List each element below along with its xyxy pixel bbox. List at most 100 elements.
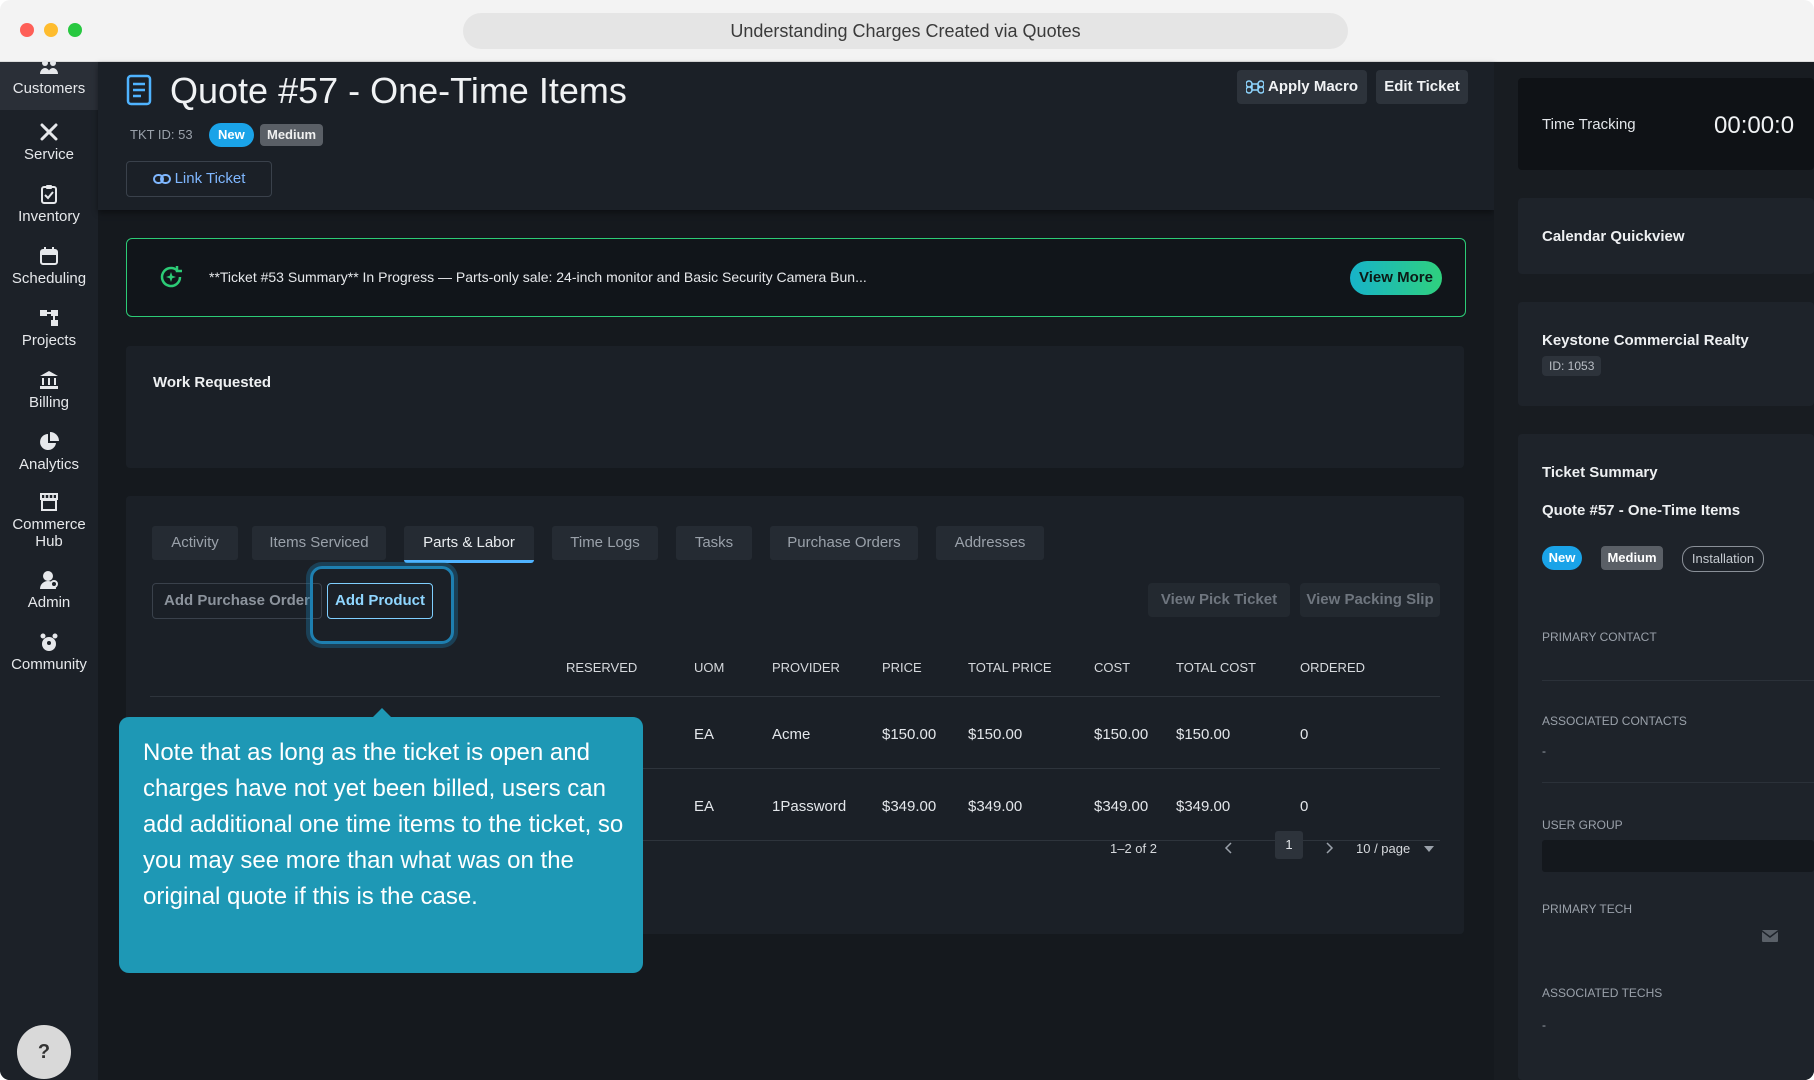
pie-chart-icon	[40, 432, 59, 450]
cell-uom: EA	[694, 726, 715, 743]
apply-macro-button[interactable]: Apply Macro	[1237, 70, 1367, 104]
command-icon	[1245, 80, 1265, 94]
sidebar-item-analytics[interactable]: Analytics	[0, 432, 98, 473]
summary-text: **Ticket #53 Summary** In Progress — Par…	[209, 269, 867, 285]
user-group-select[interactable]	[1542, 840, 1814, 872]
sidebar-item-label: Admin	[27, 594, 71, 611]
column-header: ORDERED	[1300, 660, 1366, 675]
priority-badge: Medium	[260, 124, 324, 146]
divider	[1542, 782, 1814, 783]
work-requested-panel: Work Requested	[126, 346, 1464, 468]
time-tracking-label: Time Tracking	[1542, 116, 1636, 133]
time-tracking-value: 00:00:0	[1714, 112, 1795, 139]
projects-icon	[40, 310, 58, 326]
maximize-window-button[interactable]	[68, 23, 82, 37]
tab-addresses[interactable]: Addresses	[936, 526, 1044, 560]
sidebar-item-label: Billing	[28, 394, 70, 411]
primary-contact-label: PRIMARY CONTACT	[1542, 630, 1657, 644]
ticket-summary-card: Ticket Summary Quote #57 - One-Time Item…	[1518, 434, 1814, 1080]
calendar-quickview-card[interactable]: Calendar Quickview	[1518, 198, 1814, 274]
cell-provider: Acme	[772, 726, 811, 743]
refresh-sparkle-icon	[160, 266, 182, 288]
sidebar-item-label: Service	[23, 146, 75, 163]
current-page-button[interactable]: 1	[1275, 831, 1303, 859]
cell-ordered: 0	[1300, 798, 1309, 815]
cell-total-cost: $349.00	[1176, 798, 1231, 815]
minimize-window-button[interactable]	[44, 23, 58, 37]
customer-card: Keystone Commercial Realty ID: 1053	[1518, 302, 1814, 406]
sidebar-item-community[interactable]: Community	[0, 632, 98, 673]
sidebar-item-service[interactable]: Service	[0, 122, 98, 163]
associated-techs-label: ASSOCIATED TECHS	[1542, 986, 1663, 1000]
sidebar-item-label: Community	[11, 656, 87, 673]
calendar-quickview-title: Calendar Quickview	[1542, 228, 1685, 245]
window-titlebar: Understanding Charges Created via Quotes	[0, 0, 1814, 62]
tab-activity[interactable]: Activity	[152, 526, 238, 560]
sidebar-item-commerce-hub[interactable]: Commerce Hub	[0, 492, 98, 550]
window-title-bar[interactable]: Understanding Charges Created via Quotes	[463, 13, 1348, 49]
cell-uom: EA	[694, 798, 715, 815]
ai-summary-banner: **Ticket #53 Summary** In Progress — Par…	[126, 238, 1466, 317]
sidebar-nav: Customers Service Inventory Scheduling P…	[0, 60, 98, 1080]
add-product-button[interactable]: Add Product	[327, 583, 433, 619]
time-tracking-card: Time Tracking 00:00:0	[1518, 78, 1814, 170]
sidebar-item-admin[interactable]: Admin	[0, 570, 98, 611]
sidebar-item-label: Customers	[12, 80, 86, 97]
sidebar-item-label: Inventory	[18, 208, 80, 225]
apply-macro-label: Apply Macro	[1267, 78, 1358, 95]
mail-icon[interactable]	[1762, 930, 1778, 942]
column-header: PROVIDER	[772, 660, 840, 675]
user-group-label: USER GROUP	[1542, 818, 1623, 832]
next-page-icon[interactable]	[1324, 842, 1334, 854]
cell-cost: $349.00	[1094, 798, 1149, 815]
pagination-range: 1–2 of 2	[1110, 841, 1157, 856]
tab-items-serviced[interactable]: Items Serviced	[252, 526, 386, 560]
view-pick-ticket-button[interactable]: View Pick Ticket	[1148, 583, 1290, 617]
customer-name[interactable]: Keystone Commercial Realty	[1542, 332, 1749, 349]
link-ticket-button[interactable]: Link Ticket	[126, 161, 272, 197]
page-size-select[interactable]: 10 / page	[1356, 841, 1410, 856]
work-requested-title: Work Requested	[153, 374, 272, 391]
column-header: TOTAL PRICE	[968, 660, 1052, 675]
ticket-header: Quote #57 - One-Time Items TKT ID: 53 Ne…	[98, 62, 1494, 210]
associated-techs-value: -	[1542, 1018, 1546, 1032]
sidebar-item-billing[interactable]: Billing	[0, 370, 98, 411]
cell-price: $349.00	[882, 798, 937, 815]
sidebar-item-projects[interactable]: Projects	[0, 308, 98, 349]
primary-tech-label: PRIMARY TECH	[1542, 902, 1633, 916]
cell-total-price: $150.00	[968, 726, 1023, 743]
type-badge: Installation	[1682, 546, 1764, 572]
edit-ticket-button[interactable]: Edit Ticket	[1376, 70, 1468, 104]
cell-provider: 1Password	[772, 798, 847, 815]
calendar-icon	[40, 247, 58, 265]
column-header: TOTAL COST	[1176, 660, 1256, 675]
clipboard-icon	[41, 185, 57, 204]
sidebar-item-label: Analytics	[18, 456, 80, 473]
sidebar-item-scheduling[interactable]: Scheduling	[0, 246, 98, 287]
sidebar-item-inventory[interactable]: Inventory	[0, 184, 98, 225]
tab-purchase-orders[interactable]: Purchase Orders	[770, 526, 918, 560]
ticket-summary-name: Quote #57 - One-Time Items	[1542, 502, 1741, 519]
prev-page-icon[interactable]	[1224, 842, 1234, 854]
column-header: UOM	[694, 660, 725, 675]
tools-icon	[40, 123, 58, 141]
tab-parts-labor[interactable]: Parts & Labor	[404, 526, 534, 563]
sidebar-item-customers[interactable]: Customers	[0, 60, 98, 110]
status-badge: New	[1542, 546, 1582, 570]
view-more-button[interactable]: View More	[1350, 261, 1442, 295]
cell-total-cost: $150.00	[1176, 726, 1231, 743]
column-header: RESERVED	[566, 660, 638, 675]
sidebar-item-label: Commerce Hub	[12, 516, 86, 550]
tab-tasks[interactable]: Tasks	[676, 526, 752, 560]
tab-time-logs[interactable]: Time Logs	[552, 526, 658, 560]
add-purchase-order-button[interactable]: Add Purchase Order	[152, 583, 322, 619]
add-product-highlight: Add Product	[310, 566, 454, 644]
view-packing-slip-button[interactable]: View Packing Slip	[1300, 583, 1440, 617]
page-title: Quote #57 - One-Time Items	[170, 70, 627, 111]
ticket-icon	[126, 74, 152, 106]
column-header: COST	[1094, 660, 1131, 675]
divider	[1542, 680, 1814, 681]
help-button[interactable]: ?	[17, 1025, 71, 1079]
close-window-button[interactable]	[20, 23, 34, 37]
table-divider	[150, 696, 1440, 697]
